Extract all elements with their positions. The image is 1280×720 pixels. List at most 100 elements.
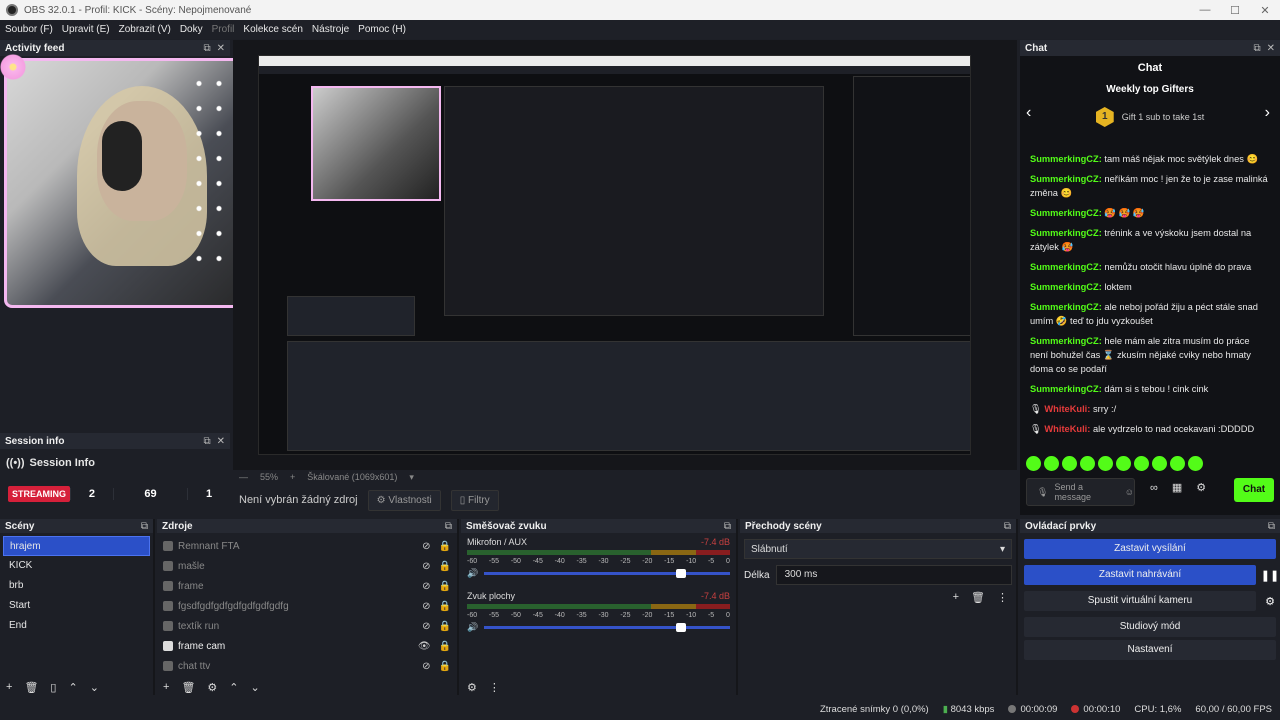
advanced-audio-icon[interactable]: ⚙ <box>467 681 477 694</box>
scene-item[interactable]: End <box>3 616 150 636</box>
emoji-icon[interactable]: ☺ <box>1125 487 1134 497</box>
properties-button[interactable]: ⚙ Vlastnosti <box>367 489 441 511</box>
trash-icon[interactable]: 🗑 <box>181 681 195 694</box>
source-item[interactable]: frame ⊘ 🔒 <box>157 576 457 596</box>
emote-icon[interactable] <box>1134 456 1149 471</box>
emote-icon[interactable] <box>1026 456 1041 471</box>
start-virtual-camera-button[interactable]: Spustit virtuální kameru <box>1024 591 1256 611</box>
duration-input[interactable]: 300 ms <box>775 565 1012 585</box>
more-icon[interactable]: ⋮ <box>489 681 500 694</box>
undock-icon[interactable]: ⧉ <box>1004 521 1011 532</box>
gear-icon[interactable]: ⚙ <box>1260 595 1280 608</box>
trash-icon[interactable]: 🗑 <box>971 591 985 604</box>
speaker-icon[interactable]: 🔊 <box>467 568 478 579</box>
store-icon[interactable]: ▦ <box>1172 481 1182 494</box>
lock-icon[interactable]: 🔒 <box>439 621 451 632</box>
stop-streaming-button[interactable]: Zastavit vysílání <box>1024 539 1276 559</box>
add-icon[interactable]: + <box>6 681 12 693</box>
scene-item[interactable]: hrajem <box>3 536 150 556</box>
chevron-left-icon[interactable]: ‹ <box>1026 104 1031 122</box>
emote-icon[interactable] <box>1044 456 1059 471</box>
source-item[interactable]: Remnant FTA ⊘ 🔒 <box>157 536 457 556</box>
add-icon[interactable]: + <box>953 591 959 604</box>
menu-profile[interactable]: Profil <box>212 24 235 35</box>
chat-username[interactable]: SummerkingCZ: <box>1030 154 1102 164</box>
volume-knob[interactable] <box>676 623 686 632</box>
emote-icon[interactable] <box>1116 456 1131 471</box>
up-icon[interactable]: ⌃ <box>68 681 77 694</box>
chat-username[interactable]: SummerkingCZ: <box>1030 336 1102 346</box>
down-icon[interactable]: ⌄ <box>90 681 99 694</box>
lock-icon[interactable]: 🔒 <box>439 601 451 612</box>
infinity-icon[interactable]: ∞ <box>1150 482 1158 494</box>
chat-username[interactable]: SummerkingCZ: <box>1030 208 1102 218</box>
menu-help[interactable]: Pomoc (H) <box>358 24 406 35</box>
hidden-icon[interactable]: ⊘ <box>422 581 430 592</box>
undock-icon[interactable]: ⧉ <box>724 521 731 532</box>
source-item[interactable]: textík run ⊘ 🔒 <box>157 616 457 636</box>
hidden-icon[interactable]: ⊘ <box>422 541 430 552</box>
lock-icon[interactable]: 🔒 <box>439 581 451 592</box>
menu-edit[interactable]: Upravit (E) <box>62 24 110 35</box>
undock-icon[interactable]: ⧉ <box>445 521 452 532</box>
stop-recording-button[interactable]: Zastavit nahrávání <box>1024 565 1256 585</box>
add-icon[interactable]: + <box>163 681 169 693</box>
chat-username[interactable]: SummerkingCZ: <box>1030 174 1102 184</box>
gear-icon[interactable]: ⚙ <box>1196 481 1206 494</box>
zoom-out-button[interactable]: — <box>239 472 248 482</box>
close-icon[interactable]: ✕ <box>1250 4 1280 17</box>
up-icon[interactable]: ⌃ <box>229 681 238 694</box>
close-icon[interactable]: ✕ <box>1267 43 1275 54</box>
scale-mode[interactable]: Škálované (1069x601) <box>307 472 397 482</box>
scene-item[interactable]: Start <box>3 596 150 616</box>
close-icon[interactable]: ✕ <box>217 436 225 447</box>
chat-username[interactable]: WhiteKuli: <box>1044 404 1090 414</box>
emote-icon[interactable] <box>1170 456 1185 471</box>
preview-area[interactable] <box>233 40 1017 470</box>
undock-icon[interactable]: ⧉ <box>1268 521 1275 532</box>
more-icon[interactable]: ⋮ <box>997 591 1008 604</box>
menu-scene-collection[interactable]: Kolekce scén <box>243 24 302 35</box>
chat-username[interactable]: SummerkingCZ: <box>1030 228 1102 238</box>
emote-icon[interactable] <box>1062 456 1077 471</box>
studio-mode-button[interactable]: Studiový mód <box>1024 617 1276 637</box>
emote-icon[interactable] <box>1152 456 1167 471</box>
undock-icon[interactable]: ⧉ <box>203 43 210 54</box>
source-item[interactable]: fgsdfgdfgdfgdfgdfgdfgdfg ⊘ 🔒 <box>157 596 457 616</box>
volume-slider[interactable]: 🔊 <box>467 622 730 633</box>
volume-knob[interactable] <box>676 569 686 578</box>
source-item[interactable]: mašle ⊘ 🔒 <box>157 556 457 576</box>
menu-docks[interactable]: Doky <box>180 24 203 35</box>
chevron-down-icon[interactable]: ▾ <box>409 472 414 483</box>
menu-view[interactable]: Zobrazit (V) <box>119 24 171 35</box>
filter-icon[interactable]: ▯ <box>50 681 56 694</box>
source-item[interactable]: frame cam 👁 🔒 <box>157 636 457 656</box>
emote-icon[interactable] <box>1188 456 1203 471</box>
chat-username[interactable]: WhiteKuli: <box>1044 424 1090 434</box>
hidden-icon[interactable]: ⊘ <box>422 621 430 632</box>
transition-select[interactable]: Slábnutí ▾ <box>744 539 1012 559</box>
emote-icon[interactable] <box>1080 456 1095 471</box>
hidden-icon[interactable]: ⊘ <box>422 561 430 572</box>
close-icon[interactable]: ✕ <box>217 43 225 54</box>
pause-icon[interactable]: ❚❚ <box>1260 569 1280 582</box>
hidden-icon[interactable]: ⊘ <box>422 661 430 672</box>
source-item[interactable]: chat ttv ⊘ 🔒 <box>157 656 457 676</box>
menu-file[interactable]: Soubor (F) <box>5 24 53 35</box>
undock-icon[interactable]: ⧉ <box>141 521 148 532</box>
undock-icon[interactable]: ⧉ <box>1253 43 1260 54</box>
scene-item[interactable]: brb <box>3 576 150 596</box>
lock-icon[interactable]: 🔒 <box>439 661 451 672</box>
emote-icon[interactable] <box>1098 456 1113 471</box>
undock-icon[interactable]: ⧉ <box>203 436 210 447</box>
minimize-icon[interactable]: — <box>1190 4 1220 17</box>
chat-username[interactable]: SummerkingCZ: <box>1030 384 1102 394</box>
down-icon[interactable]: ⌄ <box>251 681 260 694</box>
preview-canvas[interactable] <box>258 55 971 455</box>
settings-button[interactable]: Nastavení <box>1024 640 1276 660</box>
chat-send-button[interactable]: Chat <box>1234 478 1274 502</box>
chat-message-input[interactable]: 🎙 Send a message ☺ <box>1026 478 1135 506</box>
speaker-icon[interactable]: 🔊 <box>467 622 478 633</box>
zoom-in-button[interactable]: + <box>290 472 295 482</box>
chat-username[interactable]: SummerkingCZ: <box>1030 282 1102 292</box>
